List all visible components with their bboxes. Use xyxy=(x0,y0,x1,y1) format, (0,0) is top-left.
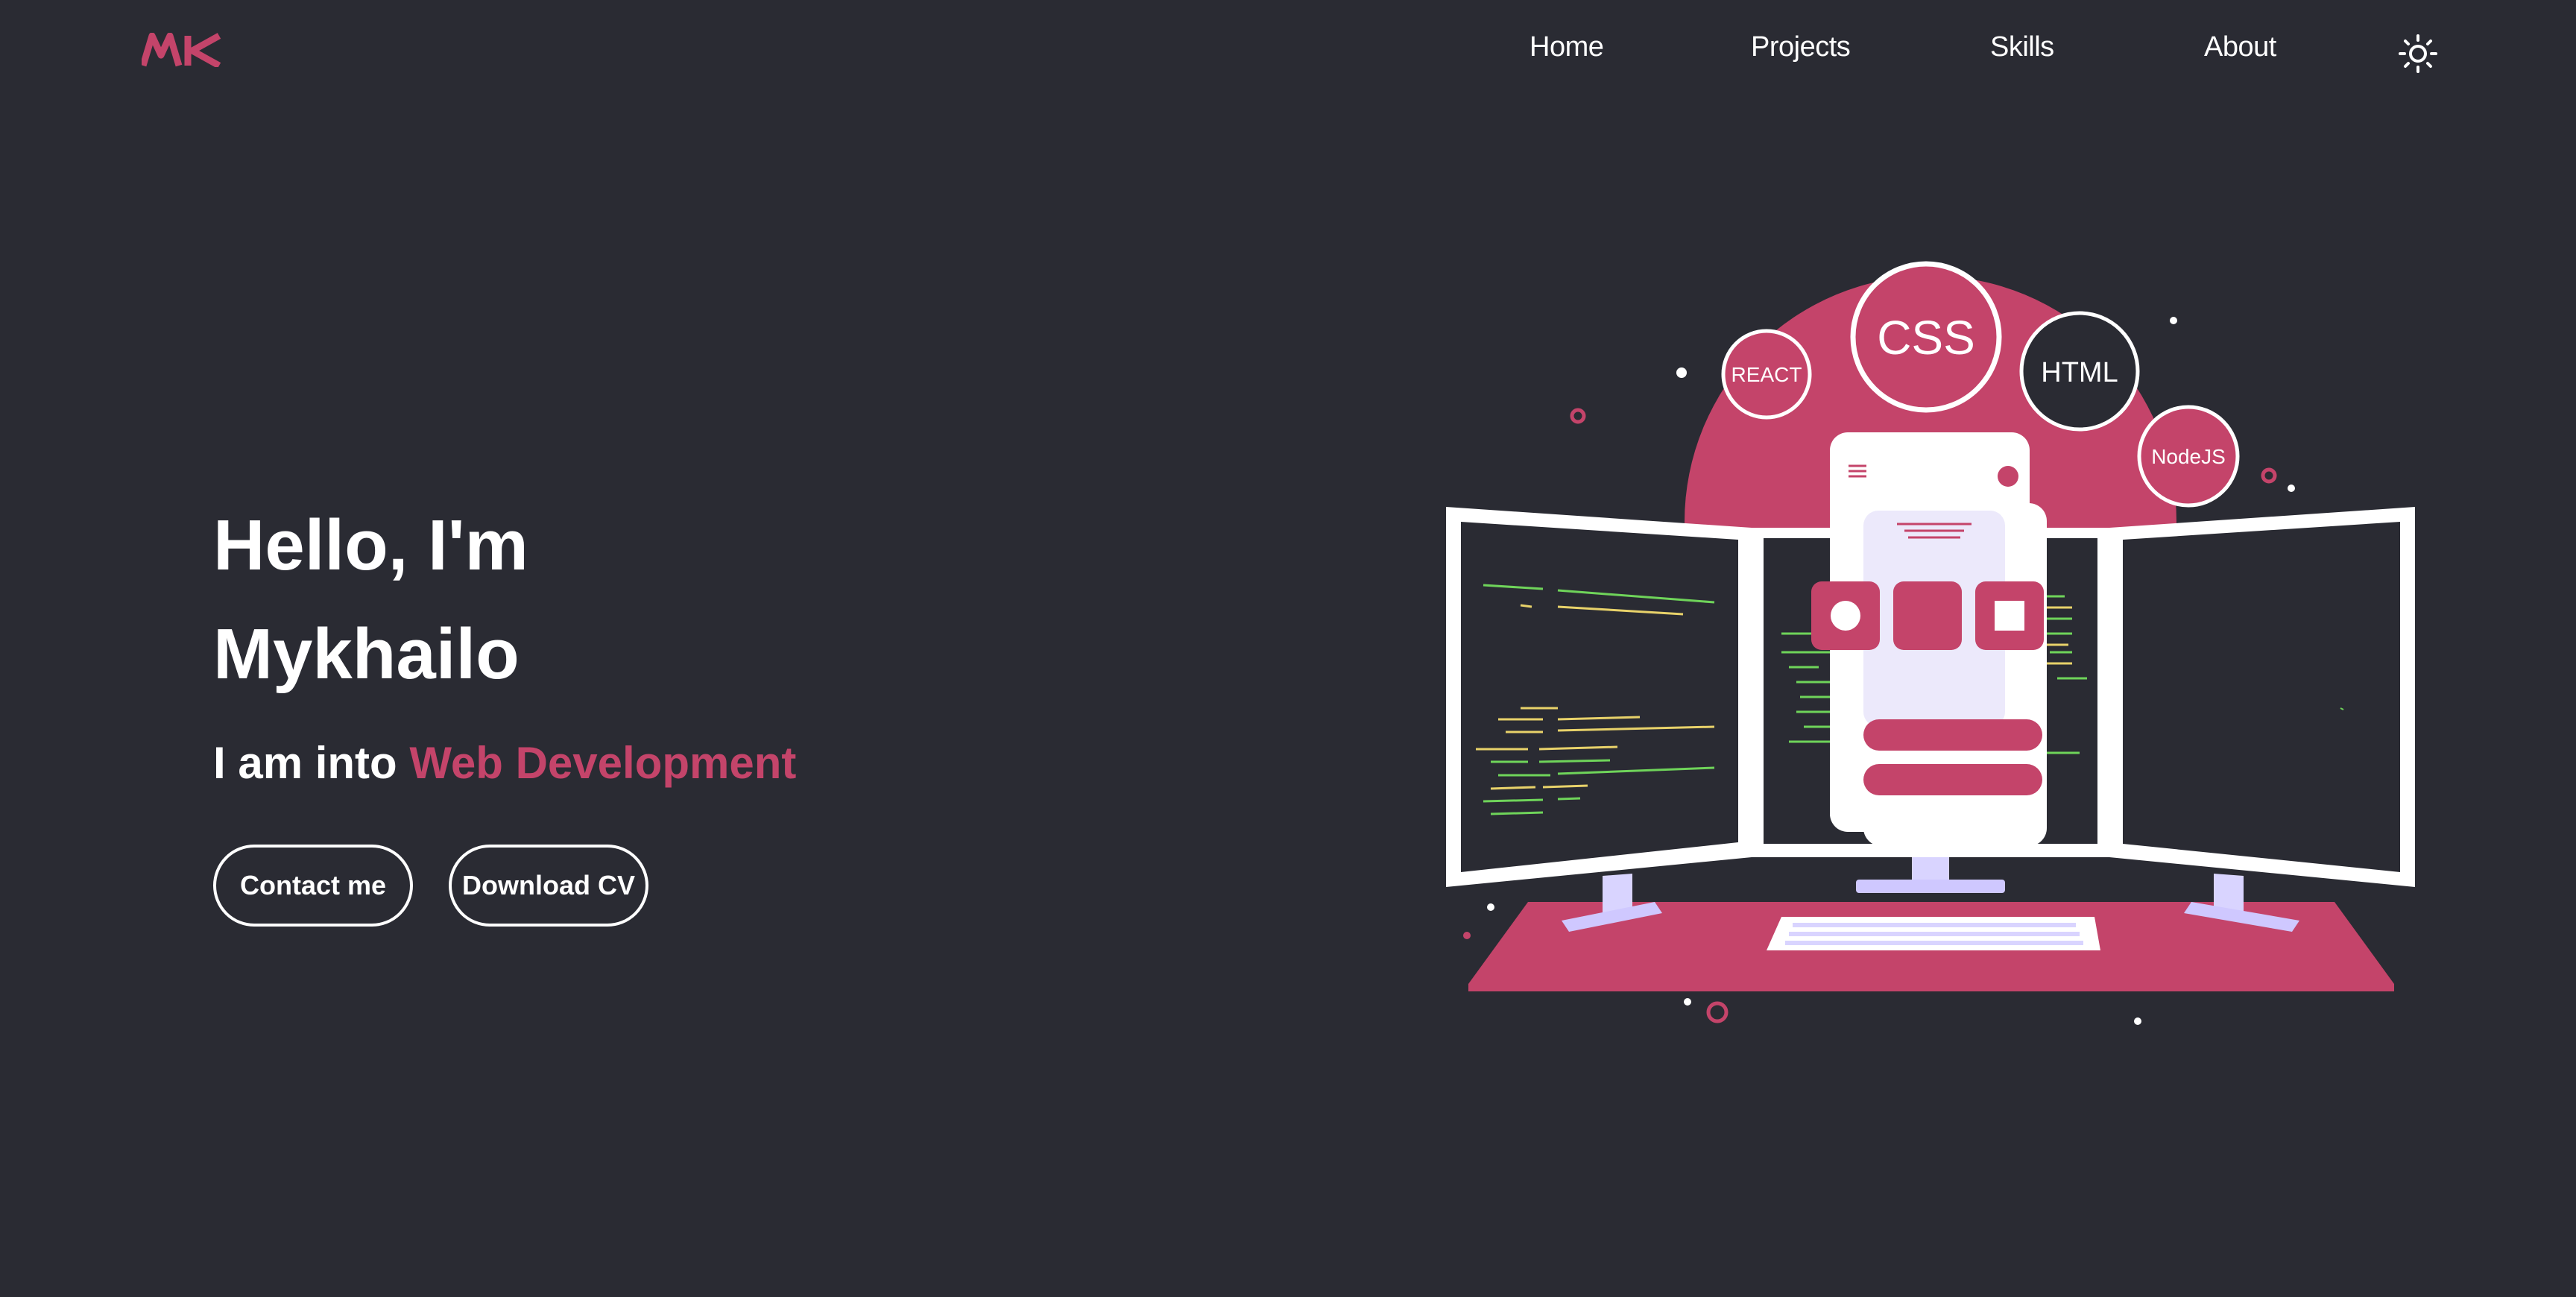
hero-greeting: Hello, I'm xyxy=(213,505,528,585)
left-monitor xyxy=(1446,507,1752,932)
developer-illustration: REACT CSS HTML NodeJS xyxy=(1446,261,2415,1025)
subtitle-highlight: Web Development xyxy=(409,738,797,788)
phone xyxy=(1811,432,2047,846)
nav-about[interactable]: About xyxy=(2204,31,2276,63)
download-cv-button[interactable]: Download CV xyxy=(449,845,648,927)
right-monitor xyxy=(2109,507,2415,932)
css-badge: CSS xyxy=(1850,261,2002,413)
nodejs-badge: NodeJS xyxy=(2137,405,2240,508)
react-badge: REACT xyxy=(1721,329,1812,420)
html-label: HTML xyxy=(2041,357,2118,388)
logo[interactable] xyxy=(142,33,224,67)
nav-home[interactable]: Home xyxy=(1530,31,1604,63)
nav-projects[interactable]: Projects xyxy=(1751,31,1851,63)
hero-name: Mykhailo xyxy=(213,614,520,694)
contact-button[interactable]: Contact me xyxy=(213,845,413,927)
nav-skills[interactable]: Skills xyxy=(1990,31,2054,63)
hero-subtitle: I am into Web Development xyxy=(213,741,796,786)
react-label: REACT xyxy=(1731,363,1802,386)
nodejs-label: NodeJS xyxy=(2151,445,2226,468)
html-badge: HTML xyxy=(2019,311,2140,432)
subtitle-prefix: I am into xyxy=(213,738,410,788)
keyboard xyxy=(1767,917,2100,950)
css-label: CSS xyxy=(1877,311,1975,365)
sun-icon[interactable] xyxy=(2397,33,2439,75)
